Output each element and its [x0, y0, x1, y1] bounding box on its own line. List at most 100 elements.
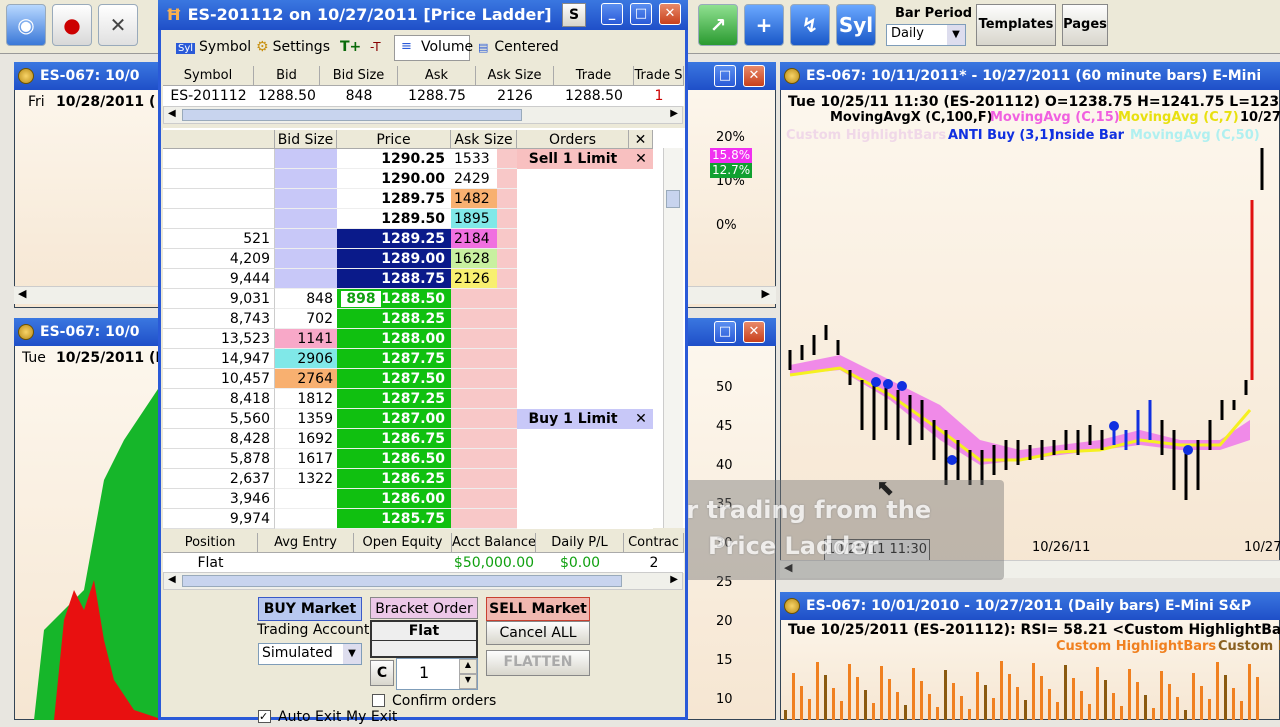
order-cell[interactable]: Buy 1 Limit — [517, 409, 629, 429]
price-cell[interactable]: 1287.75 — [337, 349, 451, 369]
bid-size-cell[interactable] — [275, 149, 337, 169]
cancel-order-icon[interactable]: ✕ — [629, 409, 653, 429]
price-cell[interactable]: 1290.25 — [337, 149, 451, 169]
c-button[interactable]: C — [370, 660, 394, 686]
chart-green-icon[interactable]: ↗ — [698, 4, 738, 46]
price-cell[interactable]: 1287.50 — [337, 369, 451, 389]
order-cell[interactable] — [517, 289, 629, 309]
cancel-all-button[interactable]: Cancel ALL — [486, 621, 590, 645]
ladder-row[interactable]: 13,523 1141 1288.00 — [163, 329, 663, 349]
order-cell[interactable] — [517, 229, 629, 249]
minimize-button[interactable]: _ — [601, 3, 623, 25]
ladder-row[interactable]: 1290.00 2429 — [163, 169, 663, 189]
price-cell[interactable]: 1286.50 — [337, 449, 451, 469]
bid-size-cell[interactable]: 848 — [275, 289, 337, 309]
quantity-stepper[interactable]: 1 ▲ ▼ — [396, 658, 478, 690]
tools-icon[interactable]: ✕ — [98, 4, 138, 46]
bid-size-cell[interactable] — [275, 509, 337, 529]
bid-size-cell[interactable]: 1359 — [275, 409, 337, 429]
column-header-close[interactable]: ✕ — [629, 130, 653, 149]
settings-button[interactable]: ⚙ Settings — [256, 37, 330, 57]
cancel-order-icon[interactable]: ✕ — [629, 149, 653, 169]
left-window-1-titlebar[interactable]: ES-067: 10/0 — [14, 62, 164, 90]
price-cell[interactable]: 1289.00 — [337, 249, 451, 269]
t-plus-button[interactable]: T+ — [340, 37, 361, 57]
bid-size-cell[interactable]: 702 — [275, 309, 337, 329]
templates-button[interactable]: Templates — [976, 4, 1056, 46]
ladder-row[interactable]: 1290.25 1533 Sell 1 Limit ✕ — [163, 149, 663, 169]
ladder-row[interactable]: 1289.75 1482 — [163, 189, 663, 209]
bid-size-cell[interactable]: 2906 — [275, 349, 337, 369]
scroll-left-icon[interactable]: ◀ — [18, 287, 26, 300]
ladder-row[interactable]: 8,418 1812 1287.25 — [163, 389, 663, 409]
order-cell[interactable] — [517, 269, 629, 289]
ask-size-cell[interactable] — [451, 489, 517, 509]
price-cell[interactable]: 1285.75 — [337, 509, 451, 529]
t-minus-button[interactable]: -T — [370, 37, 381, 57]
ask-size-cell[interactable] — [451, 469, 517, 489]
ask-size-cell[interactable]: 1895 — [451, 209, 517, 229]
ask-size-cell[interactable]: 2429 — [451, 169, 517, 189]
ladder-row[interactable]: 14,947 2906 1287.75 — [163, 349, 663, 369]
ladder-row[interactable]: 9,444 1288.75 2126 — [163, 269, 663, 289]
ask-size-cell[interactable] — [451, 429, 517, 449]
bid-size-cell[interactable] — [275, 229, 337, 249]
scroll-thumb[interactable] — [182, 109, 522, 121]
order-cell[interactable] — [517, 209, 629, 229]
buy-market-button[interactable]: BUY Market — [258, 597, 362, 621]
traffic-light-icon[interactable]: ● — [52, 4, 92, 46]
ladder-row[interactable]: 4,209 1289.00 1628 — [163, 249, 663, 269]
ladder-row[interactable]: 1289.50 1895 — [163, 209, 663, 229]
stepper-up-icon[interactable]: ▲ — [459, 659, 477, 674]
price-cell[interactable]: 1289.25 — [337, 229, 451, 249]
vertical-scrollbar[interactable] — [663, 148, 683, 528]
chart-add-icon[interactable]: + — [744, 4, 784, 46]
syl-icon[interactable]: Syl — [836, 4, 876, 46]
order-cell[interactable] — [517, 429, 629, 449]
sell-market-button[interactable]: SELL Market — [486, 597, 590, 621]
bid-size-cell[interactable] — [275, 489, 337, 509]
horizontal-scrollbar[interactable]: ◀ — [14, 286, 164, 304]
ask-size-cell[interactable]: 2184 — [451, 229, 517, 249]
s-button[interactable]: S — [562, 3, 586, 27]
order-cell[interactable] — [517, 489, 629, 509]
bid-size-cell[interactable] — [275, 249, 337, 269]
symbol-button[interactable]: Syl Symbol — [176, 37, 251, 59]
ask-size-cell[interactable] — [451, 449, 517, 469]
order-cell[interactable] — [517, 509, 629, 529]
price-cell[interactable]: 1287.25 — [337, 389, 451, 409]
scroll-right-icon[interactable]: ▶ — [670, 108, 678, 119]
price-cell[interactable]: 1288.75 — [337, 269, 451, 289]
price-cell[interactable]: 1290.00 — [337, 169, 451, 189]
ladder-row[interactable]: 9,031 848 1288.50 898 — [163, 289, 663, 309]
confirm-orders-checkbox[interactable] — [372, 694, 385, 707]
scroll-left-icon[interactable]: ◀ — [168, 108, 176, 119]
bid-size-cell[interactable]: 1692 — [275, 429, 337, 449]
chart-60min-titlebar[interactable]: ES-067: 10/11/2011* - 10/27/2011 (60 min… — [780, 62, 1280, 90]
ask-size-cell[interactable]: 1628 — [451, 249, 517, 269]
ladder-row[interactable]: 5,878 1617 1286.50 — [163, 449, 663, 469]
close-button[interactable]: ✕ — [659, 3, 681, 25]
ask-size-cell[interactable] — [451, 309, 517, 329]
scroll-right-icon[interactable]: ▶ — [670, 574, 678, 585]
pages-button[interactable]: Pages — [1062, 4, 1108, 46]
order-cell[interactable] — [517, 389, 629, 409]
ask-size-cell[interactable] — [451, 349, 517, 369]
ask-size-cell[interactable] — [451, 509, 517, 529]
order-cell[interactable] — [517, 469, 629, 489]
horizontal-scrollbar[interactable]: ▶ — [680, 286, 776, 304]
left-window-2-titlebar[interactable]: ES-067: 10/0 — [14, 318, 164, 346]
order-cell[interactable] — [517, 169, 629, 189]
ask-size-cell[interactable] — [451, 369, 517, 389]
bar-period-select[interactable]: Daily ▼ — [886, 24, 966, 46]
scroll-thumb[interactable] — [182, 575, 622, 587]
bid-size-cell[interactable]: 1617 — [275, 449, 337, 469]
order-cell[interactable]: Sell 1 Limit — [517, 149, 629, 169]
chart-daily-titlebar[interactable]: ES-067: 10/01/2010 - 10/27/2011 (Daily b… — [780, 592, 1280, 620]
trading-account-select[interactable]: Simulated ▼ — [258, 643, 362, 665]
ladder-row[interactable]: 8,428 1692 1286.75 — [163, 429, 663, 449]
ladder-row[interactable]: 9,974 1285.75 — [163, 509, 663, 529]
horizontal-scrollbar[interactable]: ◀ ▶ — [163, 572, 683, 590]
ask-size-cell[interactable] — [451, 389, 517, 409]
price-cell[interactable]: 1288.00 — [337, 329, 451, 349]
